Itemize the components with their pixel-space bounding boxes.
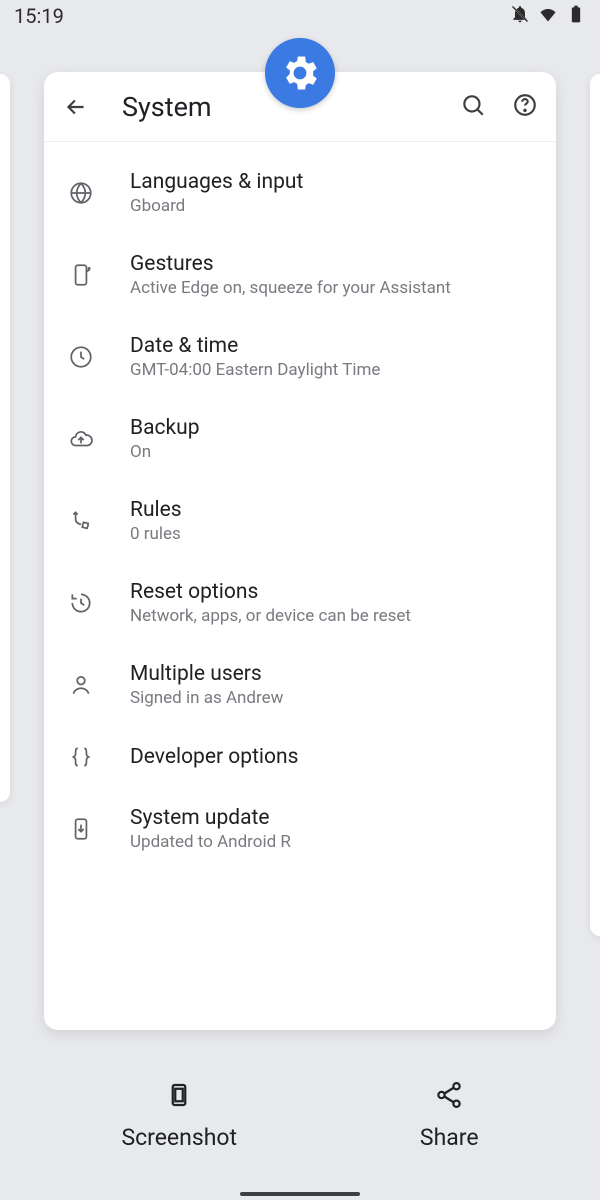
screenshot-label: Screenshot: [121, 1124, 237, 1151]
globe-icon: [66, 180, 96, 206]
settings-list: Languages & inputGboard GesturesActive Ed…: [44, 142, 556, 1030]
recents-stack: System Languages & inputGboardGesturesAc…: [0, 72, 600, 1030]
dnd-icon: [510, 4, 530, 29]
item-label: Developer options: [130, 745, 534, 769]
previous-card-peek[interactable]: [0, 74, 10, 802]
status-time: 15:19: [14, 4, 64, 28]
item-texts: Reset optionsNetwork, apps, or device ca…: [130, 580, 534, 626]
search-button[interactable]: [460, 92, 486, 122]
item-subtitle: On: [130, 442, 534, 462]
rules-icon: [66, 508, 96, 534]
item-subtitle: Updated to Android R: [130, 832, 534, 852]
item-subtitle: Network, apps, or device can be reset: [130, 606, 534, 626]
history-icon: [66, 590, 96, 616]
phone-down-icon: [66, 816, 96, 842]
item-subtitle: Gboard: [130, 196, 534, 216]
screenshot-button[interactable]: Screenshot: [121, 1080, 237, 1151]
item-label: Languages & input: [130, 170, 534, 194]
clock-icon: [66, 344, 96, 370]
item-subtitle: 0 rules: [130, 524, 534, 544]
item-label: Backup: [130, 416, 534, 440]
item-subtitle: Signed in as Andrew: [130, 688, 534, 708]
item-label: Date & time: [130, 334, 534, 358]
settings-item-gestures[interactable]: GesturesActive Edge on, squeeze for your…: [44, 234, 556, 316]
item-label: Gestures: [130, 252, 534, 276]
item-texts: Multiple usersSigned in as Andrew: [130, 662, 534, 708]
item-texts: Languages & inputGboard: [130, 170, 534, 216]
share-button[interactable]: Share: [420, 1080, 479, 1151]
item-texts: Rules0 rules: [130, 498, 534, 544]
settings-app-icon: [265, 38, 335, 108]
settings-item-backup[interactable]: BackupOn: [44, 398, 556, 480]
recents-actions: Screenshot Share: [0, 1060, 600, 1170]
phone-icon: [66, 262, 96, 288]
item-label: Multiple users: [130, 662, 534, 686]
braces-icon: [66, 744, 96, 770]
status-icons: [510, 4, 586, 29]
wifi-icon: [538, 4, 558, 29]
share-label: Share: [420, 1124, 479, 1151]
settings-item-reset-options[interactable]: Reset optionsNetwork, apps, or device ca…: [44, 562, 556, 644]
battery-icon: [566, 4, 586, 29]
share-icon: [434, 1080, 464, 1116]
back-button[interactable]: [62, 93, 90, 121]
settings-item-date-time[interactable]: Date & timeGMT-04:00 Eastern Daylight Ti…: [44, 316, 556, 398]
screenshot-icon: [164, 1080, 194, 1116]
settings-item-languages-input[interactable]: Languages & inputGboard: [44, 152, 556, 234]
help-button[interactable]: [512, 92, 538, 122]
item-subtitle: GMT-04:00 Eastern Daylight Time: [130, 360, 534, 380]
settings-item-rules[interactable]: Rules0 rules: [44, 480, 556, 562]
item-texts: GesturesActive Edge on, squeeze for your…: [130, 252, 534, 298]
system-settings-card: System Languages & inputGboardGesturesAc…: [44, 72, 556, 1030]
item-label: System update: [130, 806, 534, 830]
settings-item-developer-options[interactable]: Developer options: [44, 726, 556, 788]
item-texts: BackupOn: [130, 416, 534, 462]
item-label: Reset options: [130, 580, 534, 604]
settings-item-system-update[interactable]: System updateUpdated to Android R: [44, 788, 556, 870]
item-label: Rules: [130, 498, 534, 522]
person-icon: [66, 672, 96, 698]
nav-handle[interactable]: [240, 1192, 360, 1196]
item-texts: Developer options: [130, 745, 534, 769]
status-bar: 15:19: [0, 0, 600, 32]
item-subtitle: Active Edge on, squeeze for your Assista…: [130, 278, 534, 298]
settings-item-multiple-users[interactable]: Multiple usersSigned in as Andrew: [44, 644, 556, 726]
next-card-peek[interactable]: [590, 74, 600, 936]
cloud-up-icon: [66, 426, 96, 452]
item-texts: System updateUpdated to Android R: [130, 806, 534, 852]
item-texts: Date & timeGMT-04:00 Eastern Daylight Ti…: [130, 334, 534, 380]
